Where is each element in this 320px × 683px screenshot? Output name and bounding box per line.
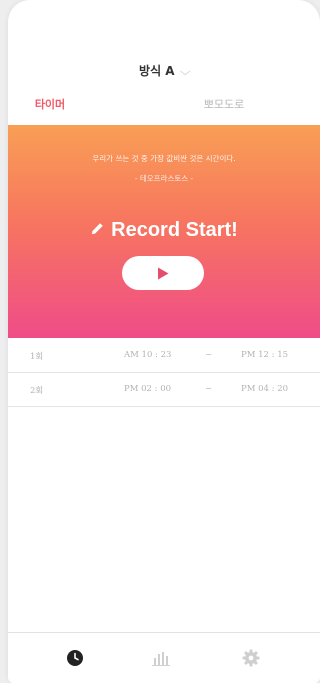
record-row[interactable]: 1회 AM 10 : 23 ~ PM 12 : 15 bbox=[8, 338, 320, 373]
bar-chart-icon[interactable] bbox=[150, 647, 172, 669]
chevron-down-icon: ⌵ bbox=[179, 65, 191, 78]
record-end-time: PM 12 : 15 bbox=[241, 350, 289, 360]
record-row[interactable]: 2회 PM 02 : 00 ~ PM 04 : 20 bbox=[8, 372, 320, 407]
tab-timer[interactable]: 타이머 bbox=[8, 96, 128, 112]
quote-author: - 테오프라스토스 - bbox=[134, 174, 194, 183]
clock-icon[interactable] bbox=[64, 647, 86, 669]
bottom-nav bbox=[8, 632, 320, 683]
app-screen: 방식 A ⌵ 타이머 뽀모도로 우리가 쓰는 것 중 가장 값비싼 것은 시간이다… bbox=[8, 0, 320, 683]
record-start-time: AM 10 : 23 bbox=[124, 350, 172, 360]
mode-dropdown[interactable]: 방식 A ⌵ bbox=[8, 62, 320, 79]
record-end-time: PM 04 : 20 bbox=[241, 384, 289, 394]
gear-icon[interactable] bbox=[240, 647, 262, 669]
record-start-text: Record Start! bbox=[111, 219, 238, 241]
mode-label: 방식 A bbox=[139, 64, 175, 78]
pencil-icon bbox=[92, 223, 103, 235]
record-index: 1회 bbox=[30, 352, 44, 362]
record-start-label: Record Start! bbox=[8, 219, 320, 242]
record-start-time: PM 02 : 00 bbox=[124, 384, 172, 394]
record-separator: ~ bbox=[205, 350, 213, 360]
record-index: 2회 bbox=[30, 386, 44, 396]
tab-bar-top: 타이머 뽀모도로 bbox=[8, 96, 320, 116]
quote-text: 우리가 쓰는 것 중 가장 값비싼 것은 시간이다. bbox=[92, 154, 236, 163]
hero-banner: 우리가 쓰는 것 중 가장 값비싼 것은 시간이다. - 테오프라스토스 - R… bbox=[8, 125, 320, 338]
play-button[interactable] bbox=[122, 256, 204, 290]
record-separator: ~ bbox=[205, 384, 213, 394]
play-icon bbox=[158, 267, 169, 279]
tab-pomodoro[interactable]: 뽀모도로 bbox=[146, 96, 302, 112]
